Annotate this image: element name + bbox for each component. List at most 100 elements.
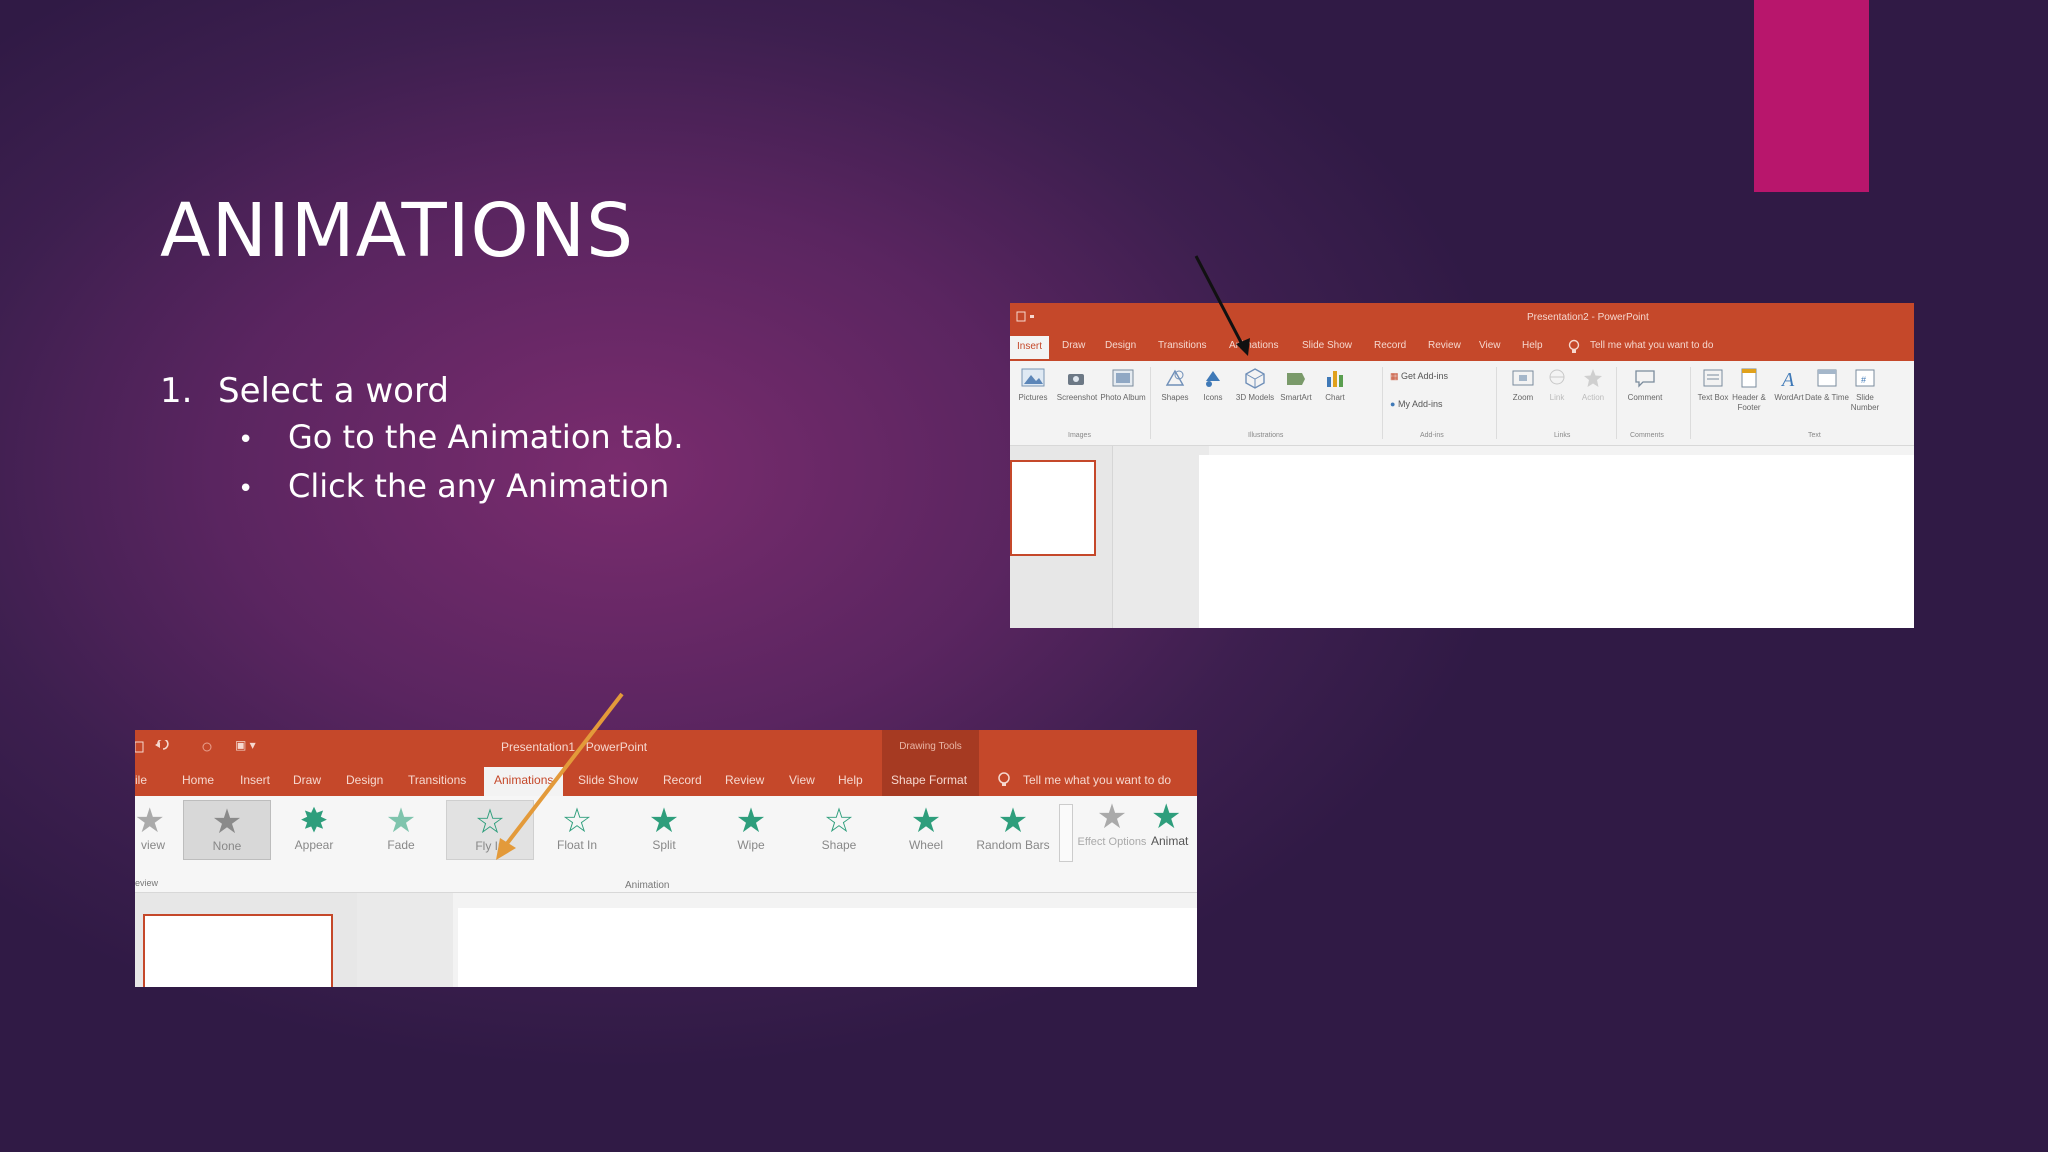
animation-label: Wipe (737, 838, 765, 852)
screenshot-label: Screenshot (1056, 393, 1098, 402)
tab-review[interactable]: Review (725, 773, 764, 787)
pictures-button[interactable]: Pictures (1010, 367, 1056, 403)
link-label: Link (1549, 393, 1565, 402)
sub-bullet-item: • Click the any Animation (238, 463, 683, 512)
photo-album-icon (1112, 369, 1134, 387)
animation-shape[interactable]: ☆ Shape (796, 800, 882, 858)
effect-options-button[interactable]: ★ Effect Options (1075, 796, 1149, 854)
star-icon: ★ (910, 802, 942, 840)
slide-number-button[interactable]: # Slide Number (1842, 367, 1888, 413)
wordart-label: WordArt (1774, 393, 1804, 402)
slide-thumbnail[interactable] (143, 914, 333, 987)
preview-label: view (140, 838, 165, 852)
star-icon: ☆ (823, 802, 855, 840)
tab-help[interactable]: Help (838, 773, 863, 787)
get-add-ins-label: Get Add-ins (1401, 371, 1449, 381)
ribbon-tabs: ile Home Insert Draw Design Transitions … (135, 764, 1197, 796)
tab-design[interactable]: Design (1105, 340, 1136, 351)
svg-text:A: A (1780, 369, 1795, 389)
animation-label: None (212, 839, 242, 853)
smartart-label: SmartArt (1280, 393, 1312, 402)
animation-split[interactable]: ★ Split (621, 800, 707, 858)
tab-insert[interactable]: Insert (240, 773, 270, 787)
save-icon (135, 741, 144, 753)
header-footer-icon (1741, 368, 1757, 388)
drawing-tools-context: Drawing Tools (882, 730, 979, 764)
my-add-ins-button[interactable]: ● My Add-ins (1390, 399, 1442, 409)
picture-icon (1021, 368, 1045, 387)
animation-fade[interactable]: ★ Fade (358, 800, 444, 858)
tab-review[interactable]: Review (1428, 340, 1461, 351)
icons-button[interactable]: Icons (1190, 367, 1236, 403)
tab-slide-show[interactable]: Slide Show (1302, 340, 1352, 351)
star-icon: ★ (385, 802, 417, 840)
smartart-icon (1287, 373, 1305, 385)
slide-title: ANIMATIONS (160, 188, 635, 274)
bullet-icon: • (238, 474, 254, 504)
tell-me-search[interactable]: Tell me what you want to do (1023, 773, 1171, 787)
screenshot-button[interactable]: Screenshot (1054, 367, 1100, 403)
icons-label: Icons (1203, 393, 1223, 402)
animation-float-in[interactable]: ☆ Float In (534, 800, 620, 858)
animations-ribbon-screenshot: ▣ ▾ Presentation1 - PowerPoint Drawing T… (135, 730, 1197, 987)
tab-home[interactable]: Home (182, 773, 214, 787)
pictures-label: Pictures (1018, 393, 1048, 402)
animation-fly-in[interactable]: ☆ Fly In (446, 800, 534, 860)
slide-thumbnail[interactable] (1010, 460, 1096, 556)
tab-shape-format[interactable]: Shape Format (891, 773, 967, 787)
star-icon: ★ (735, 802, 767, 840)
comment-button[interactable]: Comment (1622, 367, 1668, 403)
chart-button[interactable]: Chart (1312, 367, 1358, 403)
tab-help[interactable]: Help (1522, 340, 1543, 351)
animation-wheel[interactable]: ★ Wheel (883, 800, 969, 858)
chart-icon (1327, 371, 1343, 387)
get-add-ins-button[interactable]: ▦ Get Add-ins (1390, 371, 1448, 382)
add-animation-button[interactable]: ★ Animat (1151, 796, 1197, 854)
tab-view[interactable]: View (789, 773, 815, 787)
animation-wipe[interactable]: ★ Wipe (708, 800, 794, 858)
group-links-label: Links (1554, 432, 1571, 439)
action-button[interactable]: Action (1570, 367, 1616, 403)
animation-random-bars[interactable]: ★ Random Bars (970, 800, 1056, 858)
animation-appear[interactable]: ✸ Appear (271, 800, 357, 858)
tab-file[interactable]: ile (135, 773, 147, 787)
photo-album-label: Photo Album (1100, 393, 1146, 402)
tab-animations[interactable]: Animations (484, 767, 564, 796)
action-label: Action (1581, 393, 1605, 402)
slide-canvas[interactable] (458, 908, 1197, 987)
link-icon (1549, 369, 1565, 385)
tab-record[interactable]: Record (663, 773, 702, 787)
gallery-scrollbar[interactable] (1059, 804, 1073, 862)
animation-none[interactable]: ★ None (183, 800, 271, 860)
tab-insert[interactable]: Insert (1010, 336, 1050, 359)
group-illustrations-label: Illustrations (1248, 432, 1284, 439)
preview-star-icon: ★ (135, 802, 165, 840)
group-images-label: Images (1068, 432, 1091, 439)
tab-draw[interactable]: Draw (293, 773, 321, 787)
photo-album-button[interactable]: Photo Album (1100, 367, 1146, 403)
tab-transitions[interactable]: Transitions (408, 773, 466, 787)
chart-label: Chart (1325, 393, 1345, 402)
tab-animations[interactable]: Animations (1229, 340, 1278, 351)
window-title: Presentation1 - PowerPoint (501, 740, 648, 754)
tab-design[interactable]: Design (346, 773, 383, 787)
zoom-icon (1512, 370, 1534, 386)
screenshot-icon (1068, 374, 1084, 385)
cube-icon (1245, 368, 1265, 389)
title-bar: Presentation2 - PowerPoint (1010, 303, 1914, 333)
tab-transitions[interactable]: Transitions (1158, 340, 1207, 351)
tab-slide-show[interactable]: Slide Show (578, 773, 638, 787)
present-icon[interactable]: ▣ ▾ (235, 738, 256, 752)
tab-draw[interactable]: Draw (1062, 340, 1085, 351)
effect-options-label: Effect Options (1077, 836, 1147, 848)
window-title: Presentation2 - PowerPoint (1527, 312, 1649, 323)
tab-view[interactable]: View (1479, 340, 1501, 351)
text-box-label: Text Box (1697, 393, 1729, 402)
slide-canvas[interactable] (1199, 455, 1914, 628)
3d-models-button[interactable]: 3D Models (1232, 367, 1278, 403)
group-text-label: Text (1808, 432, 1821, 439)
my-add-ins-label: My Add-ins (1397, 399, 1443, 409)
tab-record[interactable]: Record (1374, 340, 1406, 351)
tell-me-search[interactable]: Tell me what you want to do (1590, 340, 1713, 351)
preview-button[interactable]: ★ view (135, 800, 165, 858)
